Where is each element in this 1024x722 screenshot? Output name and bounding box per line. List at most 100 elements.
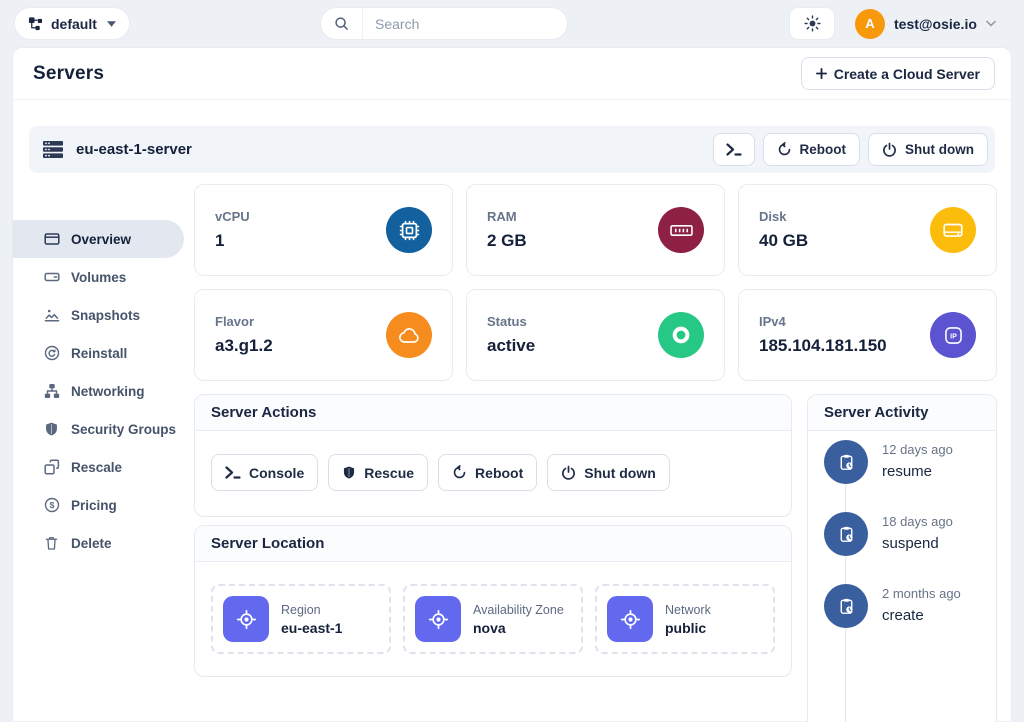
avatar: A	[855, 9, 885, 39]
location-label: Availability Zone	[473, 603, 564, 617]
location-crosshair-icon	[607, 596, 653, 642]
account-menu[interactable]: A test@osie.io	[855, 7, 996, 40]
server-activity-title: Server Activity	[824, 404, 929, 421]
availability-zone-tile: Availability Zone nova	[403, 584, 583, 654]
create-cloud-server-button[interactable]: Create a Cloud Server	[801, 57, 995, 90]
shield-icon	[342, 465, 356, 480]
ip-badge-icon: IP	[930, 312, 976, 358]
cloud-icon	[386, 312, 432, 358]
top-bar: default A test@osie.io	[0, 0, 1024, 47]
location-value: eu-east-1	[281, 620, 342, 636]
flavor-card: Flavor a3.g1.2	[194, 289, 453, 381]
server-header-bar: eu-east-1-server Reboot Shut down	[29, 126, 995, 173]
stat-label: Disk	[759, 209, 808, 224]
search-input[interactable]	[363, 16, 568, 32]
power-icon	[561, 465, 576, 480]
workspace-label: default	[51, 16, 97, 32]
rescue-action-button[interactable]: Rescue	[328, 454, 428, 491]
server-location-header: Server Location	[195, 526, 791, 562]
server-sidebar: Overview Volumes Snapshots Reinstall	[13, 184, 194, 722]
volume-icon	[43, 269, 60, 286]
activity-item: 12 days ago resume	[824, 440, 980, 484]
workspace-selector[interactable]: default	[14, 7, 130, 40]
sidebar-item-security-groups[interactable]: Security Groups	[13, 410, 194, 448]
shutdown-button[interactable]: Shut down	[868, 133, 988, 166]
reboot-icon	[777, 142, 792, 157]
server-actions-title: Server Actions	[211, 404, 316, 421]
clipboard-clock-icon	[824, 584, 868, 628]
sun-icon	[804, 15, 821, 32]
reboot-button[interactable]: Reboot	[763, 133, 861, 166]
ram-icon	[658, 207, 704, 253]
status-card: Status active	[466, 289, 725, 381]
server-activity-header: Server Activity	[808, 395, 996, 431]
stat-value: a3.g1.2	[215, 336, 273, 356]
shield-icon	[43, 421, 60, 438]
main-panel: Servers Create a Cloud Server eu-east-1-…	[12, 47, 1012, 721]
stat-value: active	[487, 336, 535, 356]
activity-time: 12 days ago	[882, 442, 953, 457]
activity-action: suspend	[882, 535, 953, 552]
server-location-panel: Server Location Region eu-east-1	[194, 525, 792, 677]
sidebar-item-volumes[interactable]: Volumes	[13, 258, 194, 296]
activity-action: create	[882, 607, 961, 624]
networking-icon	[43, 383, 60, 400]
trash-icon	[43, 535, 60, 552]
server-quick-actions: Reboot Shut down	[713, 133, 988, 166]
location-crosshair-icon	[415, 596, 461, 642]
search-bar[interactable]	[320, 7, 568, 40]
network-tile: Network public	[595, 584, 775, 654]
server-location-body: Region eu-east-1 Availability Zone	[195, 562, 791, 676]
server-stack-icon	[43, 141, 63, 158]
stat-label: RAM	[487, 209, 527, 224]
theme-toggle-button[interactable]	[789, 7, 835, 40]
account-email: test@osie.io	[894, 16, 977, 32]
svg-text:IP: IP	[950, 332, 957, 340]
console-button[interactable]	[713, 133, 755, 166]
disk-icon	[930, 207, 976, 253]
terminal-icon	[726, 143, 742, 156]
stats-grid: vCPU 1 RAM 2 GB	[194, 184, 997, 381]
console-action-button[interactable]: Console	[211, 454, 318, 491]
server-location-title: Server Location	[211, 535, 324, 552]
activity-time: 2 months ago	[882, 586, 961, 601]
caret-down-icon	[107, 21, 116, 27]
dollar-icon: $	[43, 497, 60, 514]
stat-label: Status	[487, 314, 535, 329]
sidebar-item-delete[interactable]: Delete	[13, 524, 194, 562]
stat-label: Flavor	[215, 314, 273, 329]
page-title: Servers	[33, 63, 104, 85]
stat-value: 1	[215, 231, 250, 251]
clipboard-clock-icon	[824, 440, 868, 484]
stat-label: IPv4	[759, 314, 887, 329]
region-tile: Region eu-east-1	[211, 584, 391, 654]
location-crosshair-icon	[223, 596, 269, 642]
server-actions-body: Console Rescue	[195, 431, 791, 516]
plus-icon	[816, 68, 827, 79]
sidebar-item-pricing[interactable]: $ Pricing	[13, 486, 194, 524]
reinstall-icon	[43, 345, 60, 362]
workspace-icon	[28, 16, 43, 31]
sidebar-item-reinstall[interactable]: Reinstall	[13, 334, 194, 372]
location-label: Region	[281, 603, 342, 617]
snapshot-icon	[43, 307, 60, 324]
chevron-down-icon	[986, 20, 996, 27]
location-label: Network	[665, 603, 711, 617]
status-ring-icon	[658, 312, 704, 358]
clipboard-clock-icon	[824, 512, 868, 556]
shutdown-action-button[interactable]: Shut down	[547, 454, 670, 491]
sidebar-item-snapshots[interactable]: Snapshots	[13, 296, 194, 334]
overview-content: vCPU 1 RAM 2 GB	[194, 184, 1011, 722]
activity-action: resume	[882, 463, 953, 480]
sidebar-item-networking[interactable]: Networking	[13, 372, 194, 410]
activity-item: 2 months ago create	[824, 584, 980, 628]
overview-icon	[43, 231, 60, 248]
location-value: public	[665, 620, 711, 636]
sidebar-item-overview[interactable]: Overview	[13, 220, 184, 258]
reboot-action-button[interactable]: Reboot	[438, 454, 537, 491]
server-actions-header: Server Actions	[195, 395, 791, 431]
reboot-icon	[452, 465, 467, 480]
sidebar-item-rescale[interactable]: Rescale	[13, 448, 194, 486]
server-activity-panel: Server Activity 12 days ago resume	[807, 394, 997, 722]
stat-value: 185.104.181.150	[759, 336, 887, 356]
